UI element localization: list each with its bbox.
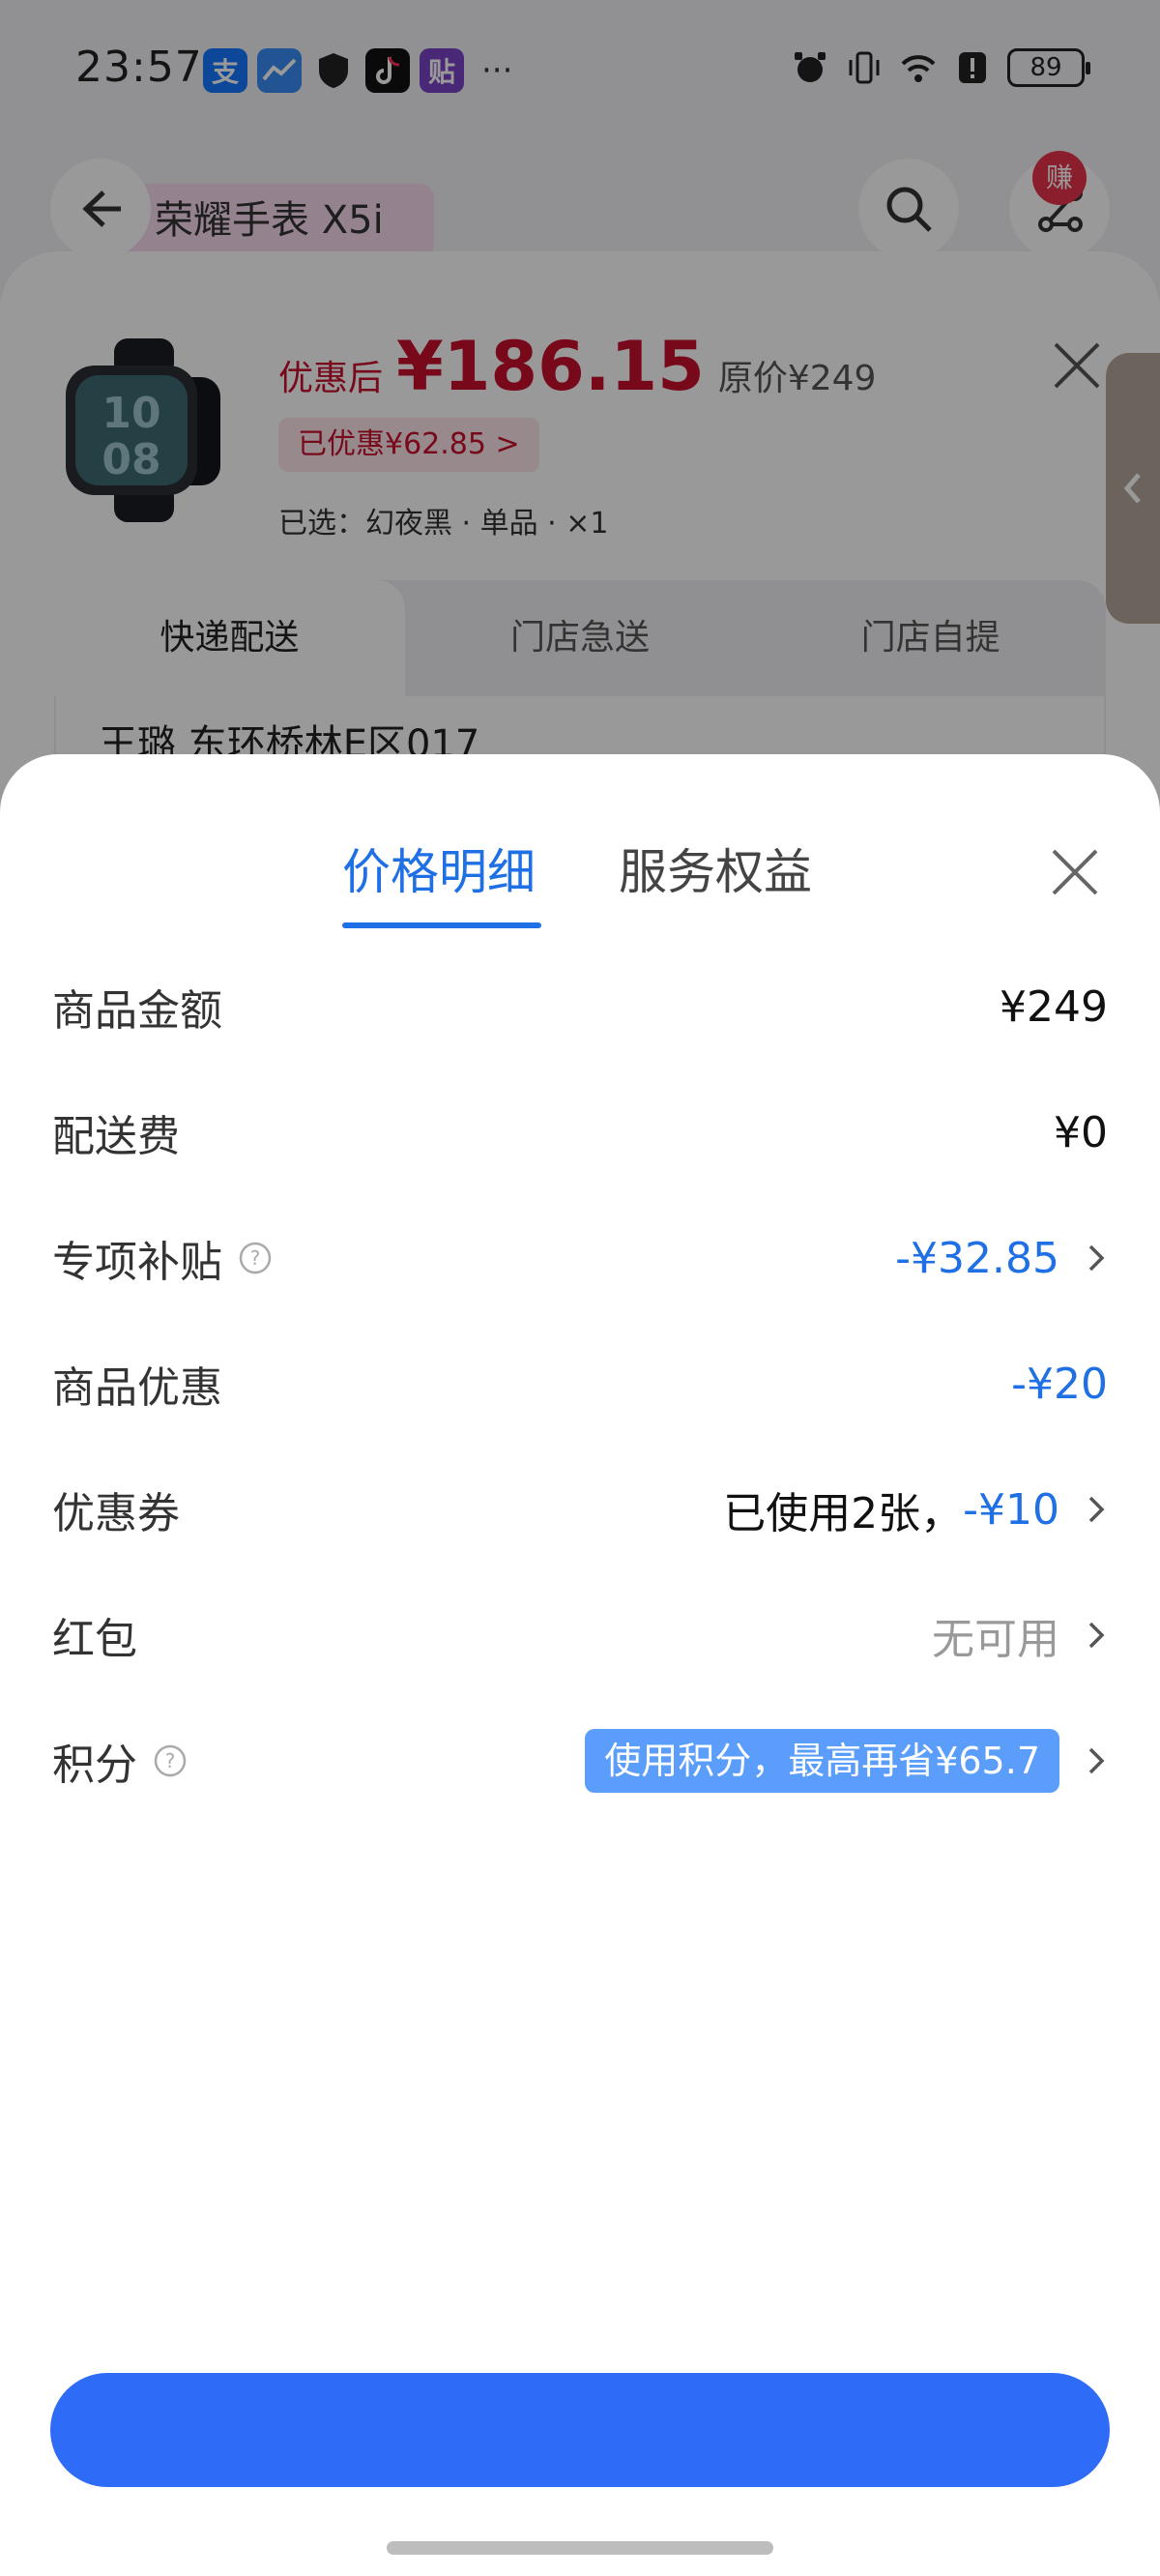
row-label-wrap: 积分 ? [52, 1730, 188, 1792]
row-label: 积分 [52, 1741, 137, 1790]
row-value: -¥20 [1011, 1359, 1108, 1409]
svg-text:?: ? [165, 1749, 176, 1772]
price-breakdown-list: 商品金额 ¥249 配送费 ¥0 专项补贴 ? -¥32.85 商品优惠 -¥2… [0, 944, 1160, 1824]
chevron-right-icon [1088, 1244, 1105, 1272]
row-value-wrap: -¥32.85 [895, 1234, 1108, 1283]
active-tab-underline [342, 922, 541, 928]
row-value-wrap: 无可用 [932, 1604, 1108, 1666]
svg-text:?: ? [250, 1246, 261, 1270]
use-points-pill[interactable]: 使用积分，最高再省¥65.7 [585, 1729, 1059, 1793]
row-value: -¥10 [963, 1484, 1059, 1535]
confirm-button[interactable] [50, 2373, 1110, 2487]
help-icon[interactable]: ? [238, 1241, 273, 1275]
price-detail-sheet: 价格明细 服务权益 商品金额 ¥249 配送费 ¥0 专项补贴 ? -¥32.8… [0, 754, 1160, 2576]
sheet-tabs: 价格明细 服务权益 [0, 754, 1160, 928]
row-label-wrap: 专项补贴 ? [52, 1227, 273, 1289]
tab-service-benefits[interactable]: 服务权益 [619, 834, 812, 903]
row-label: 配送费 [52, 1112, 180, 1161]
row-value: -¥32.85 [895, 1233, 1059, 1283]
row-label: 商品优惠 [52, 1363, 222, 1413]
row-label: 红包 [52, 1615, 137, 1664]
row-goods-discount: 商品优惠 -¥20 [0, 1321, 1160, 1447]
row-points[interactable]: 积分 ? 使用积分，最高再省¥65.7 [0, 1698, 1160, 1824]
row-label: 专项补贴 [52, 1238, 222, 1287]
row-value: ¥0 [1054, 1107, 1108, 1157]
row-value-wrap: 使用积分，最高再省¥65.7 [585, 1729, 1108, 1793]
row-value-wrap: 已使用2张， -¥10 [723, 1478, 1108, 1540]
help-icon[interactable]: ? [153, 1743, 188, 1778]
close-icon[interactable] [1048, 845, 1102, 899]
row-label: 优惠券 [52, 1489, 180, 1538]
chevron-right-icon [1088, 1496, 1105, 1523]
row-shipping-fee: 配送费 ¥0 [0, 1069, 1160, 1195]
tab-price-detail[interactable]: 价格明细 [342, 834, 536, 903]
coupon-used-count: 已使用2张， [723, 1489, 964, 1538]
row-value: ¥249 [1000, 981, 1108, 1032]
row-label: 商品金额 [52, 986, 222, 1036]
chevron-right-icon [1088, 1622, 1105, 1649]
row-coupon[interactable]: 优惠券 已使用2张， -¥10 [0, 1447, 1160, 1572]
row-value: 无可用 [932, 1615, 1059, 1664]
row-goods-amount: 商品金额 ¥249 [0, 944, 1160, 1069]
row-special-subsidy[interactable]: 专项补贴 ? -¥32.85 [0, 1195, 1160, 1321]
chevron-right-icon [1088, 1747, 1105, 1774]
row-red-packet[interactable]: 红包 无可用 [0, 1572, 1160, 1698]
home-indicator[interactable] [387, 2541, 773, 2555]
